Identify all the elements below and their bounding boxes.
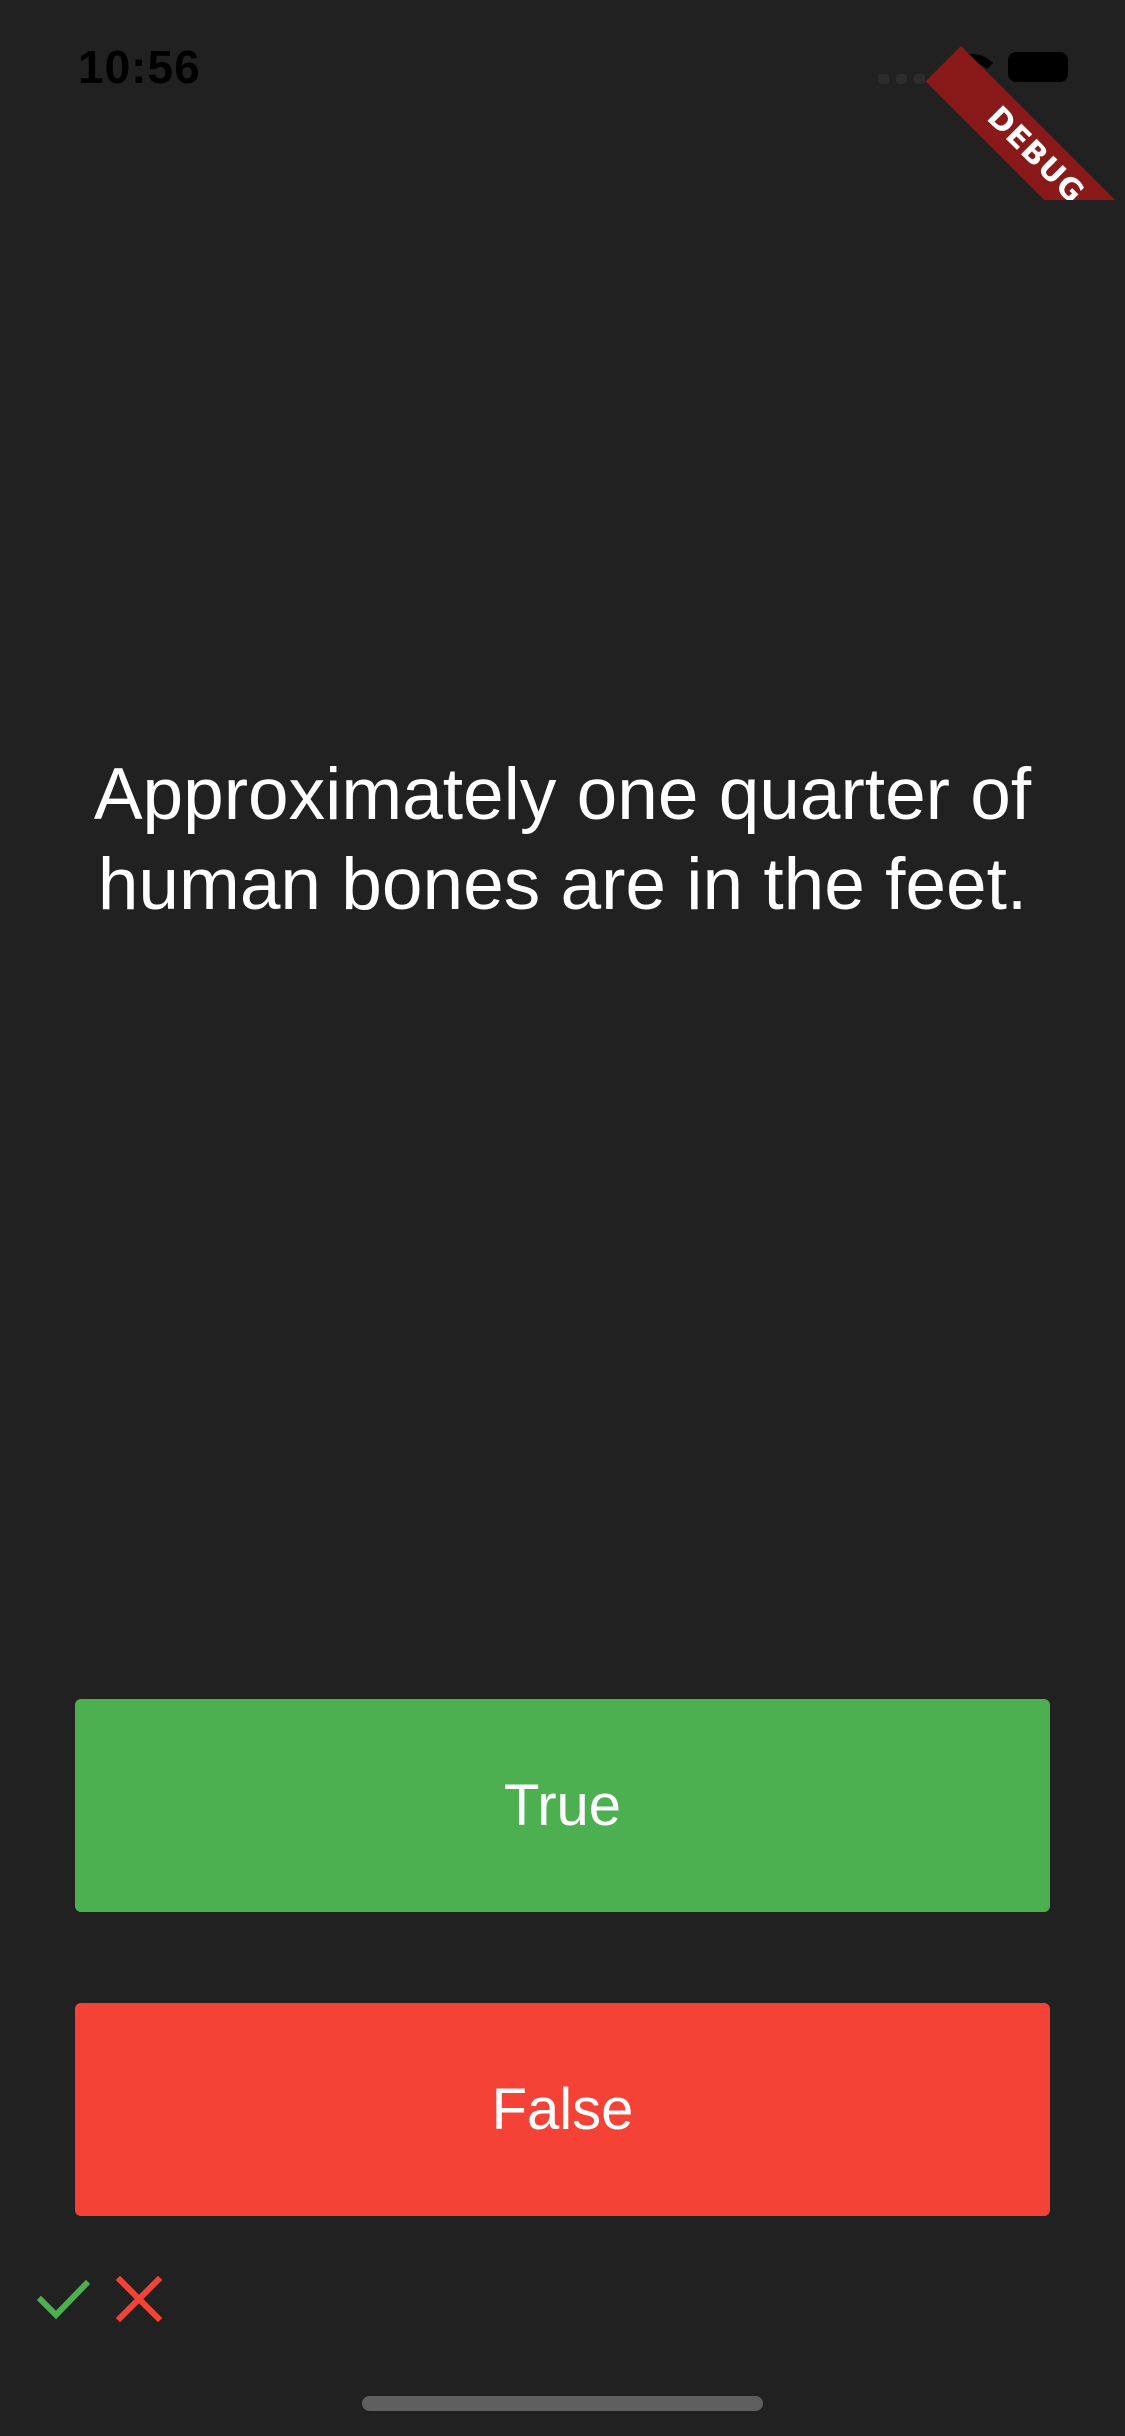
debug-banner: DEBUG [925, 0, 1125, 200]
false-button[interactable]: False [75, 2003, 1050, 2216]
close-icon [115, 2275, 163, 2323]
status-time: 10:56 [78, 41, 201, 93]
question-text: Approximately one quarter of human bones… [93, 754, 1032, 925]
debug-ribbon-label: DEBUG [925, 46, 1125, 200]
home-indicator[interactable] [362, 2396, 763, 2411]
true-button[interactable]: True [75, 1699, 1050, 1912]
check-icon [36, 2279, 90, 2320]
score-keeper [36, 2272, 166, 2326]
